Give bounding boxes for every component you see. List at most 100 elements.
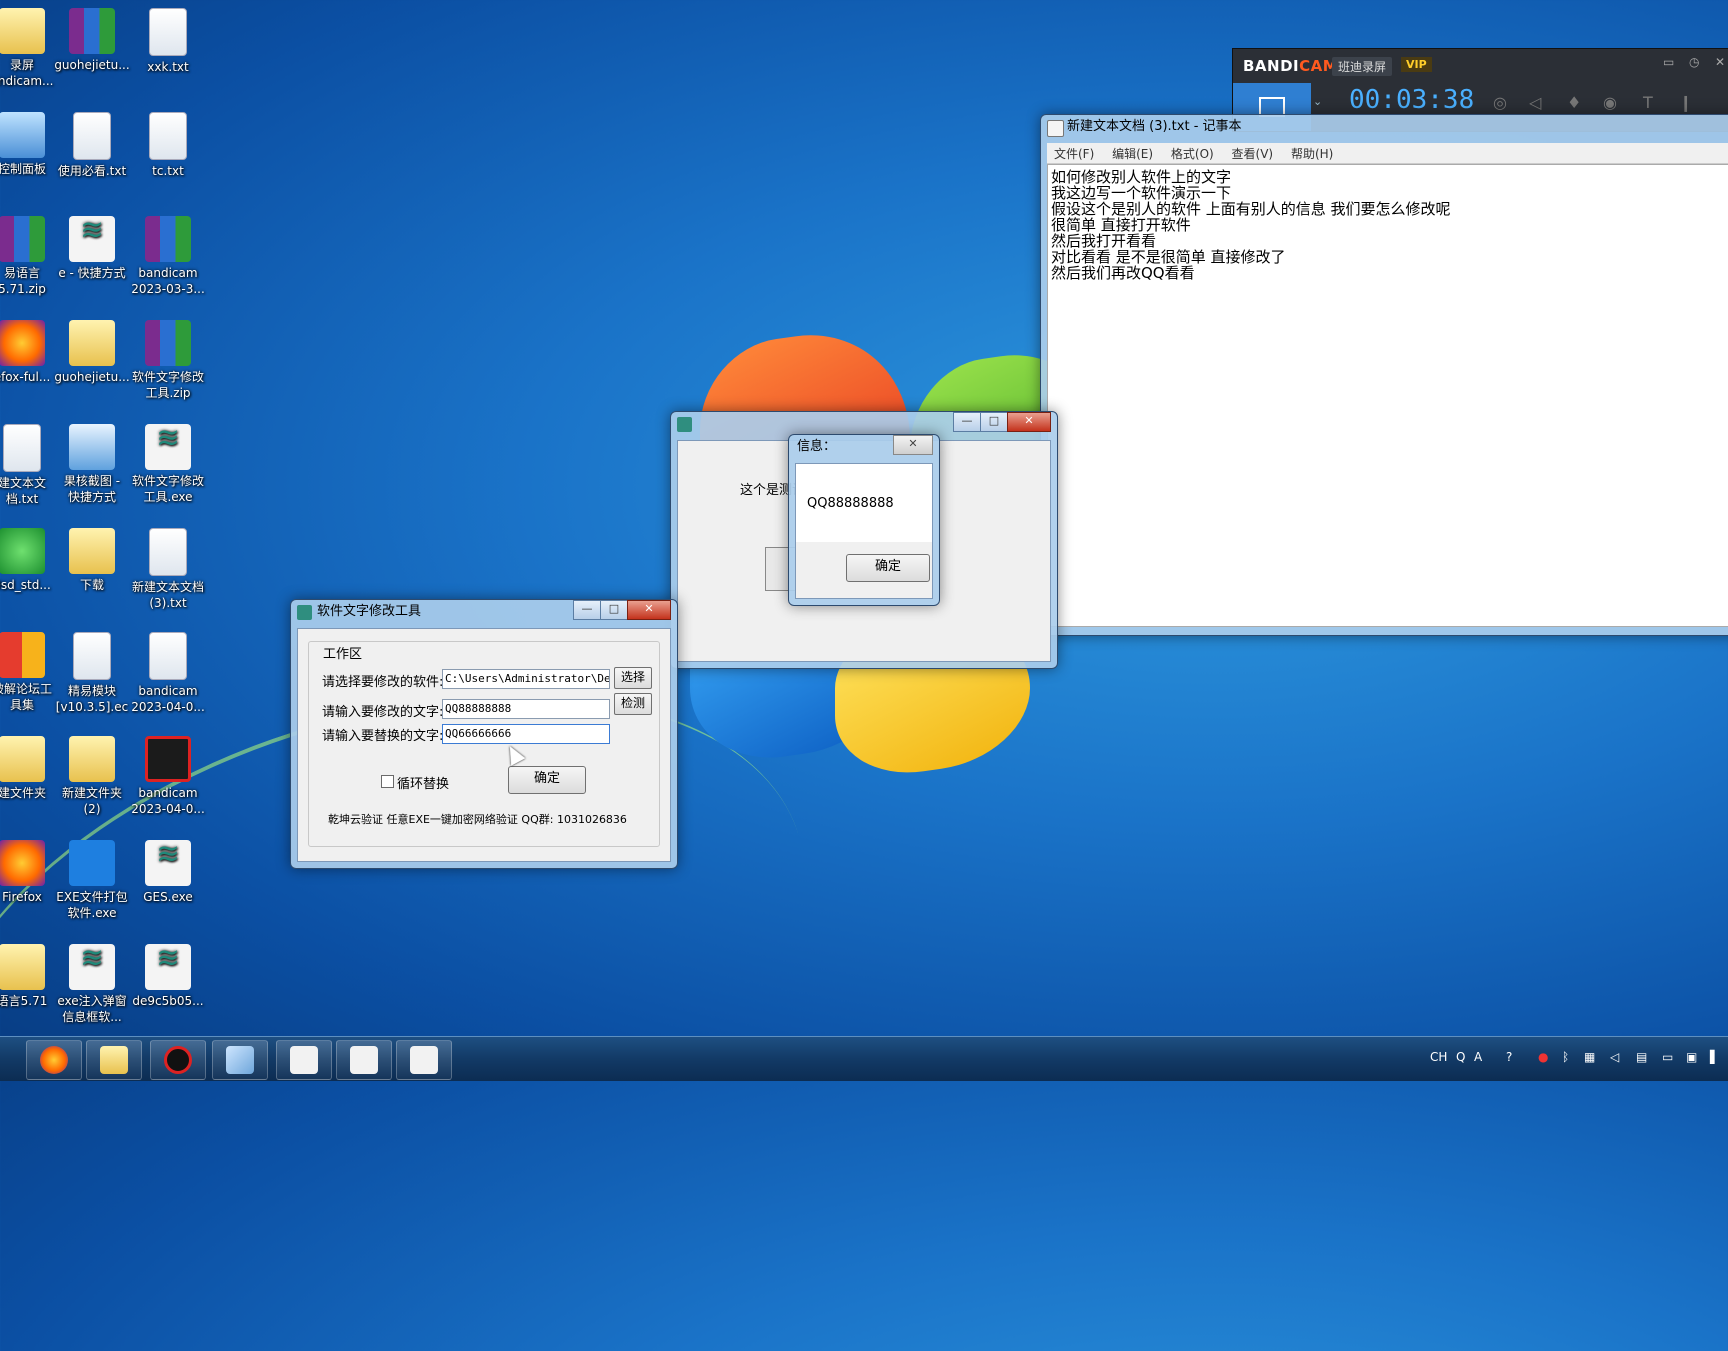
show-desktop-icon[interactable]: ▌ [1710,1050,1719,1064]
desktop-icon-label: bandicam 2023-03-3... [131,266,205,296]
close-icon[interactable]: ✕ [1715,55,1725,69]
taskbar-firefox[interactable] [26,1040,82,1080]
replace-text-field[interactable]: QQ66666666 [442,724,610,744]
logo-icon [145,840,191,886]
cursor-effect-icon[interactable]: ◉ [1603,93,1617,112]
notepad-menubar: 文件(F) 编辑(E) 格式(O) 查看(V) 帮助(H) [1047,143,1728,164]
taskbar-app-1[interactable] [276,1040,332,1080]
desktop-icon[interactable]: 使用必看.txt [50,112,134,179]
desktop-icon[interactable]: 新建文件夹 (2) [50,736,134,817]
text-line: 如何修改别人软件上的文字 [1051,168,1232,186]
language-indicator[interactable]: CH [1430,1050,1447,1064]
desktop-icon[interactable]: 精易模块 [v10.3.5].ec [50,632,134,715]
menu-help[interactable]: 帮助(H) [1284,143,1340,164]
app-logo-icon [290,1046,318,1074]
pause-icon[interactable]: ❙ [1679,93,1692,112]
logo-icon [145,944,191,990]
font-icon[interactable]: A [1474,1050,1482,1064]
notepad-titlebar[interactable]: 新建文本文档 (3).txt - 记事本 [1041,115,1728,141]
desktop-icon[interactable]: 果核截图 - 快捷方式 [50,424,134,505]
desktop-icon[interactable]: 下载 [50,528,134,593]
desktop-icon[interactable]: bandicam 2023-03-3... [126,216,210,297]
taskbar-app-2[interactable] [336,1040,392,1080]
tool-title: 软件文字修改工具 [317,604,422,619]
desktop-icon[interactable]: tc.txt [126,112,210,179]
bandicam-logo: BANDICAM [1243,57,1339,75]
desktop-icon[interactable]: e - 快捷方式 [50,216,134,281]
loop-replace-checkbox[interactable] [381,775,394,788]
desktop-icon[interactable]: guohejietu... [50,320,134,385]
taskbar-notepad[interactable] [212,1040,268,1080]
search-icon[interactable]: Q [1456,1050,1465,1064]
taskbar-app-3[interactable] [396,1040,452,1080]
minimize-button[interactable]: — [953,412,981,432]
folder-icon [0,736,45,782]
menu-edit[interactable]: 编辑(E) [1105,143,1160,164]
record-icon[interactable]: ● [1538,1050,1548,1064]
ok-button[interactable]: 确定 [846,554,930,582]
maximize-button[interactable]: □ [980,412,1008,432]
clock-icon[interactable]: ◷ [1689,55,1699,69]
volume-icon[interactable]: ◁ [1610,1050,1619,1064]
notepad-icon [1047,120,1064,137]
monitor-icon[interactable]: ▭ [1662,1050,1673,1064]
desktop-icon[interactable]: bandicam 2023-04-0... [126,632,210,715]
folder-icon[interactable]: ▭ [1663,55,1674,69]
desktop-icon[interactable]: GES.exe [126,840,210,905]
confirm-button[interactable]: 确定 [508,766,586,794]
menu-format[interactable]: 格式(O) [1164,143,1221,164]
detect-button[interactable]: 检测 [614,693,652,715]
desktop-icon[interactable]: EXE文件打包 软件.exe [50,840,134,921]
microphone-icon[interactable]: ♦ [1567,93,1581,112]
close-button[interactable]: ✕ [1007,412,1051,432]
text-line: 然后我打开看看 [1051,232,1157,250]
desktop-icon-label: e - 快捷方式 [58,266,126,280]
folder-icon [69,528,115,574]
desktop-icon[interactable]: 新建文本文档 (3).txt [126,528,210,611]
desktop-icon[interactable]: xxk.txt [126,8,210,75]
firefox-icon [40,1046,68,1074]
taskbar-bandicam[interactable] [150,1040,206,1080]
close-button[interactable]: ✕ [627,600,671,620]
desktop-icon[interactable]: guohejietu... [50,8,134,73]
close-button[interactable]: ✕ [893,435,933,455]
file-icon [149,632,187,680]
file-icon [149,112,187,160]
system-tray: CH Q A ? ● ᛒ ▦ ◁ ▤ ▭ ▣ ▌ [1428,1037,1728,1081]
message-box-titlebar[interactable]: 信息： ✕ [789,435,939,461]
green-icon [0,528,45,574]
menu-file[interactable]: 文件(F) [1047,143,1101,164]
bandicam-sub-label: 班迪录屏 [1332,57,1393,76]
notepad-window: 新建文本文档 (3).txt - 记事本 文件(F) 编辑(E) 格式(O) 查… [1040,114,1728,636]
workspace-group-title: 工作区 [320,643,366,662]
desktop-icon[interactable]: 软件文字修改 工具.zip [126,320,210,401]
text-overlay-icon[interactable]: T [1643,93,1653,112]
record-icon [164,1046,192,1074]
maximize-button[interactable]: □ [600,600,628,620]
minimize-button[interactable]: — [573,600,601,620]
menu-view[interactable]: 查看(V) [1225,143,1281,164]
webcam-icon[interactable]: ◎ [1493,93,1507,112]
text-line: 我这边写一个软件演示一下 [1051,184,1232,202]
network-icon[interactable]: ▦ [1584,1050,1595,1064]
flag-icon[interactable]: ▤ [1636,1050,1647,1064]
desktop-icon-label: tc.txt [152,164,184,178]
taskbar-explorer[interactable] [86,1040,142,1080]
software-path-field[interactable]: C:\Users\Administrator\Desk [442,669,610,689]
help-icon[interactable]: ? [1506,1050,1512,1064]
tool-titlebar[interactable]: 软件文字修改工具 — □ ✕ [291,600,677,626]
chevron-down-icon[interactable]: ⌄ [1313,95,1322,108]
bluetooth-icon[interactable]: ᛒ [1562,1050,1569,1064]
text-line: 然后我们再改QQ看看 [1051,264,1195,282]
window-icon[interactable]: ▣ [1686,1050,1697,1064]
desktop-icon-label: 果核截图 - 快捷方式 [63,474,121,504]
desktop-icon[interactable]: 软件文字修改 工具.exe [126,424,210,505]
notepad-text-area[interactable]: 如何修改别人软件上的文字 我这边写一个软件演示一下 假设这个是别人的软件 上面有… [1047,164,1728,627]
desktop-icon[interactable]: de9c5b05... [126,944,210,1009]
desktop-icon[interactable]: bandicam 2023-04-0... [126,736,210,817]
desktop-icon-label: 新建文本文档 (3).txt [131,580,204,610]
desktop-icon[interactable]: exe注入弹窗 信息框软... [50,944,134,1025]
select-button[interactable]: 选择 [614,667,652,689]
find-text-field[interactable]: QQ88888888 [442,699,610,719]
speaker-icon[interactable]: ◁ [1529,93,1541,112]
